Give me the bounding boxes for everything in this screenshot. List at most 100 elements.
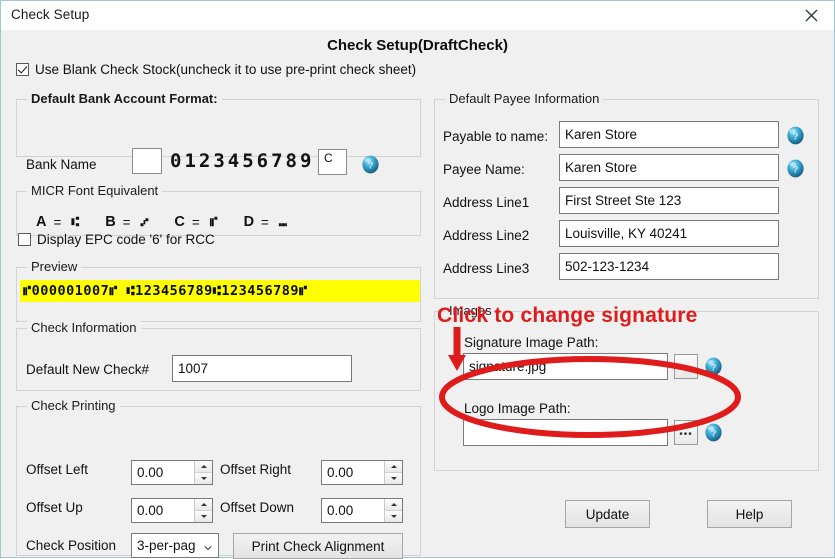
micr-symbol-b: ⑇ [140,214,149,230]
offset-down-stepper[interactable]: 0.00 [321,498,403,523]
address-line1-input[interactable]: First Street Ste 123 [559,187,779,214]
close-glyph [805,9,817,21]
micr-font-equivalent-legend: MICR Font Equivalent [27,183,163,198]
help-icon[interactable]: ? [703,422,724,443]
micr-symbol-d: ⑉ [278,214,287,230]
micr-pair-c: C = ⑈ [174,214,217,230]
logo-browse-label: ••• [679,428,693,440]
help-icon[interactable]: ? [703,356,724,377]
preview-legend: Preview [27,259,82,274]
display-epc-code-row[interactable]: Display EPC code '6' for RCC [18,232,215,247]
use-blank-check-stock-row[interactable]: Use Blank Check Stock(uncheck it to use … [16,62,416,77]
micr-eq-b: = [122,214,131,230]
check-position-select[interactable]: 3-per-pag [131,533,219,558]
payee-name-label: Payee Name: [443,162,525,177]
default-new-check-input[interactable]: 1007 [172,355,352,382]
svg-text:?: ? [711,362,717,373]
offset-right-increment-button[interactable] [385,461,402,473]
offset-left-stepper[interactable]: 0.00 [131,460,213,485]
use-blank-check-stock-label: Use Blank Check Stock(uncheck it to use … [35,62,417,77]
micr-eq-c: = [191,214,200,230]
payable-to-name-input[interactable]: Karen Store [559,121,779,148]
title-bar: Check Setup [1,1,834,31]
micr-pair-a: A = ⑆ [36,214,79,230]
offset-down-label: Offset Down [220,500,295,515]
signature-image-path-label: Signature Image Path: [464,335,599,350]
caret-up-icon [200,465,207,468]
offset-left-stepper-buttons[interactable] [194,461,212,484]
offset-right-decrement-button[interactable] [385,473,402,484]
offset-down-stepper-buttons[interactable] [384,499,402,522]
use-blank-check-stock-checkbox[interactable] [16,63,29,76]
help-button[interactable]: Help [707,500,792,528]
svg-text:?: ? [368,160,374,171]
page-title: Check Setup(DraftCheck) [327,37,508,54]
dialog-content: Check Setup(DraftCheck) Use Blank Check … [2,30,833,559]
micr-symbol-a: ⑆ [71,214,80,230]
help-globe-glyph: ? [787,126,804,145]
offset-left-decrement-button[interactable] [195,473,212,484]
payee-name-input[interactable]: Karen Store [559,154,779,181]
update-button[interactable]: Update [565,500,650,528]
help-icon[interactable]: ? [785,158,806,179]
offset-right-value: 0.00 [327,465,354,480]
address-line2-input[interactable]: Louisville, KY 40241 [559,220,779,247]
micr-key-d: D [243,214,255,230]
micr-preview-strip: ⑈000001007⑈ ⑆123456789⑆123456789⑈ [20,280,420,302]
check-printing-legend: Check Printing [27,398,120,413]
offset-up-stepper[interactable]: 0.00 [131,498,213,523]
offset-right-label: Offset Right [220,462,292,477]
caret-up-icon [390,465,397,468]
caret-down-icon [200,515,207,518]
address-line1-label: Address Line1 [443,195,530,210]
help-icon[interactable]: ? [360,154,381,175]
logo-image-path-input[interactable] [463,419,668,446]
offset-down-decrement-button[interactable] [385,511,402,522]
address-line2-label: Address Line2 [443,228,530,243]
default-bank-account-format-group: Default Bank Account Format: [16,91,421,157]
bank-name-prefix-input[interactable] [132,148,162,174]
micr-eq-a: = [53,214,62,230]
caret-down-icon [390,515,397,518]
offset-up-decrement-button[interactable] [195,511,212,522]
default-new-check-label: Default New Check# [26,362,150,377]
window-title: Check Setup [11,7,90,22]
offset-right-stepper-buttons[interactable] [384,461,402,484]
offset-up-value: 0.00 [137,503,164,518]
offset-down-increment-button[interactable] [385,499,402,511]
offset-up-increment-button[interactable] [195,499,212,511]
micr-pair-b: B = ⑇ [105,214,148,230]
help-icon[interactable]: ? [785,125,806,146]
caret-up-icon [390,503,397,506]
signature-browse-button[interactable]: ••• [674,354,698,379]
bank-account-digits: 0123456789 [170,150,315,172]
default-bank-account-format-legend: Default Bank Account Format: [27,91,222,106]
print-check-alignment-button[interactable]: Print Check Alignment [233,533,403,559]
caret-down-icon [390,477,397,480]
default-payee-information-legend: Default Payee Information [445,91,604,106]
bank-name-label: Bank Name [26,157,97,172]
micr-eq-d: = [261,214,269,230]
help-globe-glyph: ? [787,159,804,178]
payable-to-name-label: Payable to name: [443,129,549,144]
svg-text:?: ? [793,131,799,142]
micr-key-a: A [36,214,47,230]
micr-symbol-c: ⑈ [209,214,218,230]
help-globe-glyph: ? [362,155,379,174]
address-line3-input[interactable]: 502-123-1234 [559,253,779,280]
caret-down-icon [200,477,207,480]
display-epc-code-checkbox[interactable] [18,233,31,246]
check-setup-window: Check Setup Check Setup(DraftCheck) Use … [0,0,835,559]
signature-image-path-input[interactable]: signature.jpg [463,353,668,380]
bank-name-suffix-input[interactable]: C [318,149,347,175]
offset-up-stepper-buttons[interactable] [194,499,212,522]
display-epc-code-label: Display EPC code '6' for RCC [37,232,215,247]
offset-left-increment-button[interactable] [195,461,212,473]
caret-up-icon [200,503,207,506]
chevron-down-icon [204,545,212,550]
close-icon[interactable] [788,1,834,29]
offset-right-stepper[interactable]: 0.00 [321,460,403,485]
micr-symbol-legend-row: A = ⑆ B = ⑇ C = ⑈ D = ⑉ [36,214,313,230]
logo-browse-button[interactable]: ••• [674,420,698,445]
offset-up-label: Offset Up [26,500,83,515]
